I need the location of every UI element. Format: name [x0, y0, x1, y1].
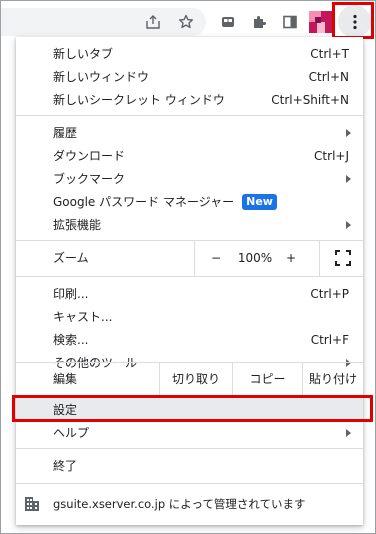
submenu-arrow-icon [346, 128, 351, 137]
more-vert-icon[interactable] [338, 5, 371, 38]
menu-item-label: 履歴 [53, 126, 78, 140]
cut-button[interactable]: 切り取り [159, 362, 232, 397]
browser-toolbar [1, 1, 375, 41]
tab-search-icon[interactable] [216, 10, 240, 34]
menu-item-new-window[interactable]: 新しいウィンドウ Ctrl+N [16, 65, 363, 88]
share-icon[interactable] [141, 10, 165, 34]
extensions-icon[interactable] [247, 10, 271, 34]
side-panel-icon[interactable] [278, 10, 302, 34]
zoom-out-button[interactable]: − [205, 247, 227, 270]
menu-item-shortcut: Ctrl+N [308, 69, 349, 84]
fullscreen-icon[interactable] [334, 249, 352, 267]
menu-item-exit[interactable]: 終了 [16, 454, 363, 477]
menu-item-find[interactable]: 検索... Ctrl+F [16, 328, 363, 351]
profile-avatar[interactable] [309, 11, 333, 33]
menu-item-bookmarks[interactable]: ブックマーク [16, 167, 363, 190]
menu-item-shortcut: Ctrl+Shift+N [271, 92, 349, 107]
menu-item-label: 検索... [53, 333, 89, 347]
managed-text: gsuite.xserver.co.jp によって管理されています [53, 497, 306, 511]
chrome-menu: 新しいタブ Ctrl+T 新しいウィンドウ Ctrl+N 新しいシークレット ウ… [12, 37, 373, 525]
menu-item-history[interactable]: 履歴 [16, 121, 363, 144]
building-icon [25, 497, 39, 511]
zoom-in-button[interactable]: + [280, 247, 302, 270]
menu-item-label: 印刷... [53, 287, 89, 301]
menu-item-label: キャスト... [53, 310, 113, 324]
menu-separator [16, 483, 363, 484]
menu-item-shortcut: Ctrl+T [310, 46, 349, 61]
menu-item-new-tab[interactable]: 新しいタブ Ctrl+T [16, 42, 363, 65]
menu-item-label: 新しいウィンドウ [53, 70, 150, 84]
menu-item-shortcut: Ctrl+J [314, 148, 349, 163]
menu-item-label: ダウンロード [53, 149, 126, 163]
menu-item-label: 終了 [53, 459, 78, 473]
paste-button[interactable]: 貼り付け [302, 362, 363, 397]
zoom-level: 100% [237, 251, 273, 265]
menu-item-settings[interactable]: 設定 [16, 398, 363, 421]
submenu-arrow-icon [346, 174, 351, 183]
menu-item-help[interactable]: ヘルプ [16, 421, 363, 444]
menu-item-cast[interactable]: キャスト... [16, 305, 363, 328]
menu-item-print[interactable]: 印刷... Ctrl+P [16, 282, 363, 305]
menu-item-password-manager[interactable]: Google パスワード マネージャー New [16, 190, 363, 213]
menu-separator [16, 276, 363, 277]
menu-item-label: ブックマーク [53, 172, 126, 186]
menu-item-label: 設定 [53, 403, 78, 417]
edit-label: 編集 [53, 372, 78, 386]
menu-item-label: 新しいシークレット ウィンドウ [53, 93, 225, 107]
menu-item-downloads[interactable]: ダウンロード Ctrl+J [16, 144, 363, 167]
submenu-arrow-icon [346, 428, 351, 437]
password-manager-label: Google パスワード マネージャー [53, 194, 235, 209]
menu-item-shortcut: Ctrl+P [310, 286, 349, 301]
menu-separator [16, 448, 363, 449]
menu-item-label: 新しいタブ [53, 47, 114, 61]
menu-item-label: ヘルプ [53, 426, 90, 440]
menu-item-shortcut: Ctrl+F [310, 332, 349, 347]
zoom-label: ズーム [53, 251, 89, 265]
copy-button[interactable]: コピー [232, 362, 302, 397]
menu-item-label: 拡張機能 [53, 218, 102, 232]
submenu-arrow-icon [346, 220, 351, 229]
menu-item-extensions[interactable]: 拡張機能 [16, 213, 363, 236]
managed-by-notice[interactable]: gsuite.xserver.co.jp によって管理されています [16, 489, 363, 519]
menu-item-label: Google パスワード マネージャー New [53, 193, 349, 211]
bookmark-star-icon[interactable] [174, 10, 198, 34]
menu-separator [16, 115, 363, 116]
menu-item-new-incognito[interactable]: 新しいシークレット ウィンドウ Ctrl+Shift+N [16, 88, 363, 111]
new-badge: New [242, 194, 277, 211]
